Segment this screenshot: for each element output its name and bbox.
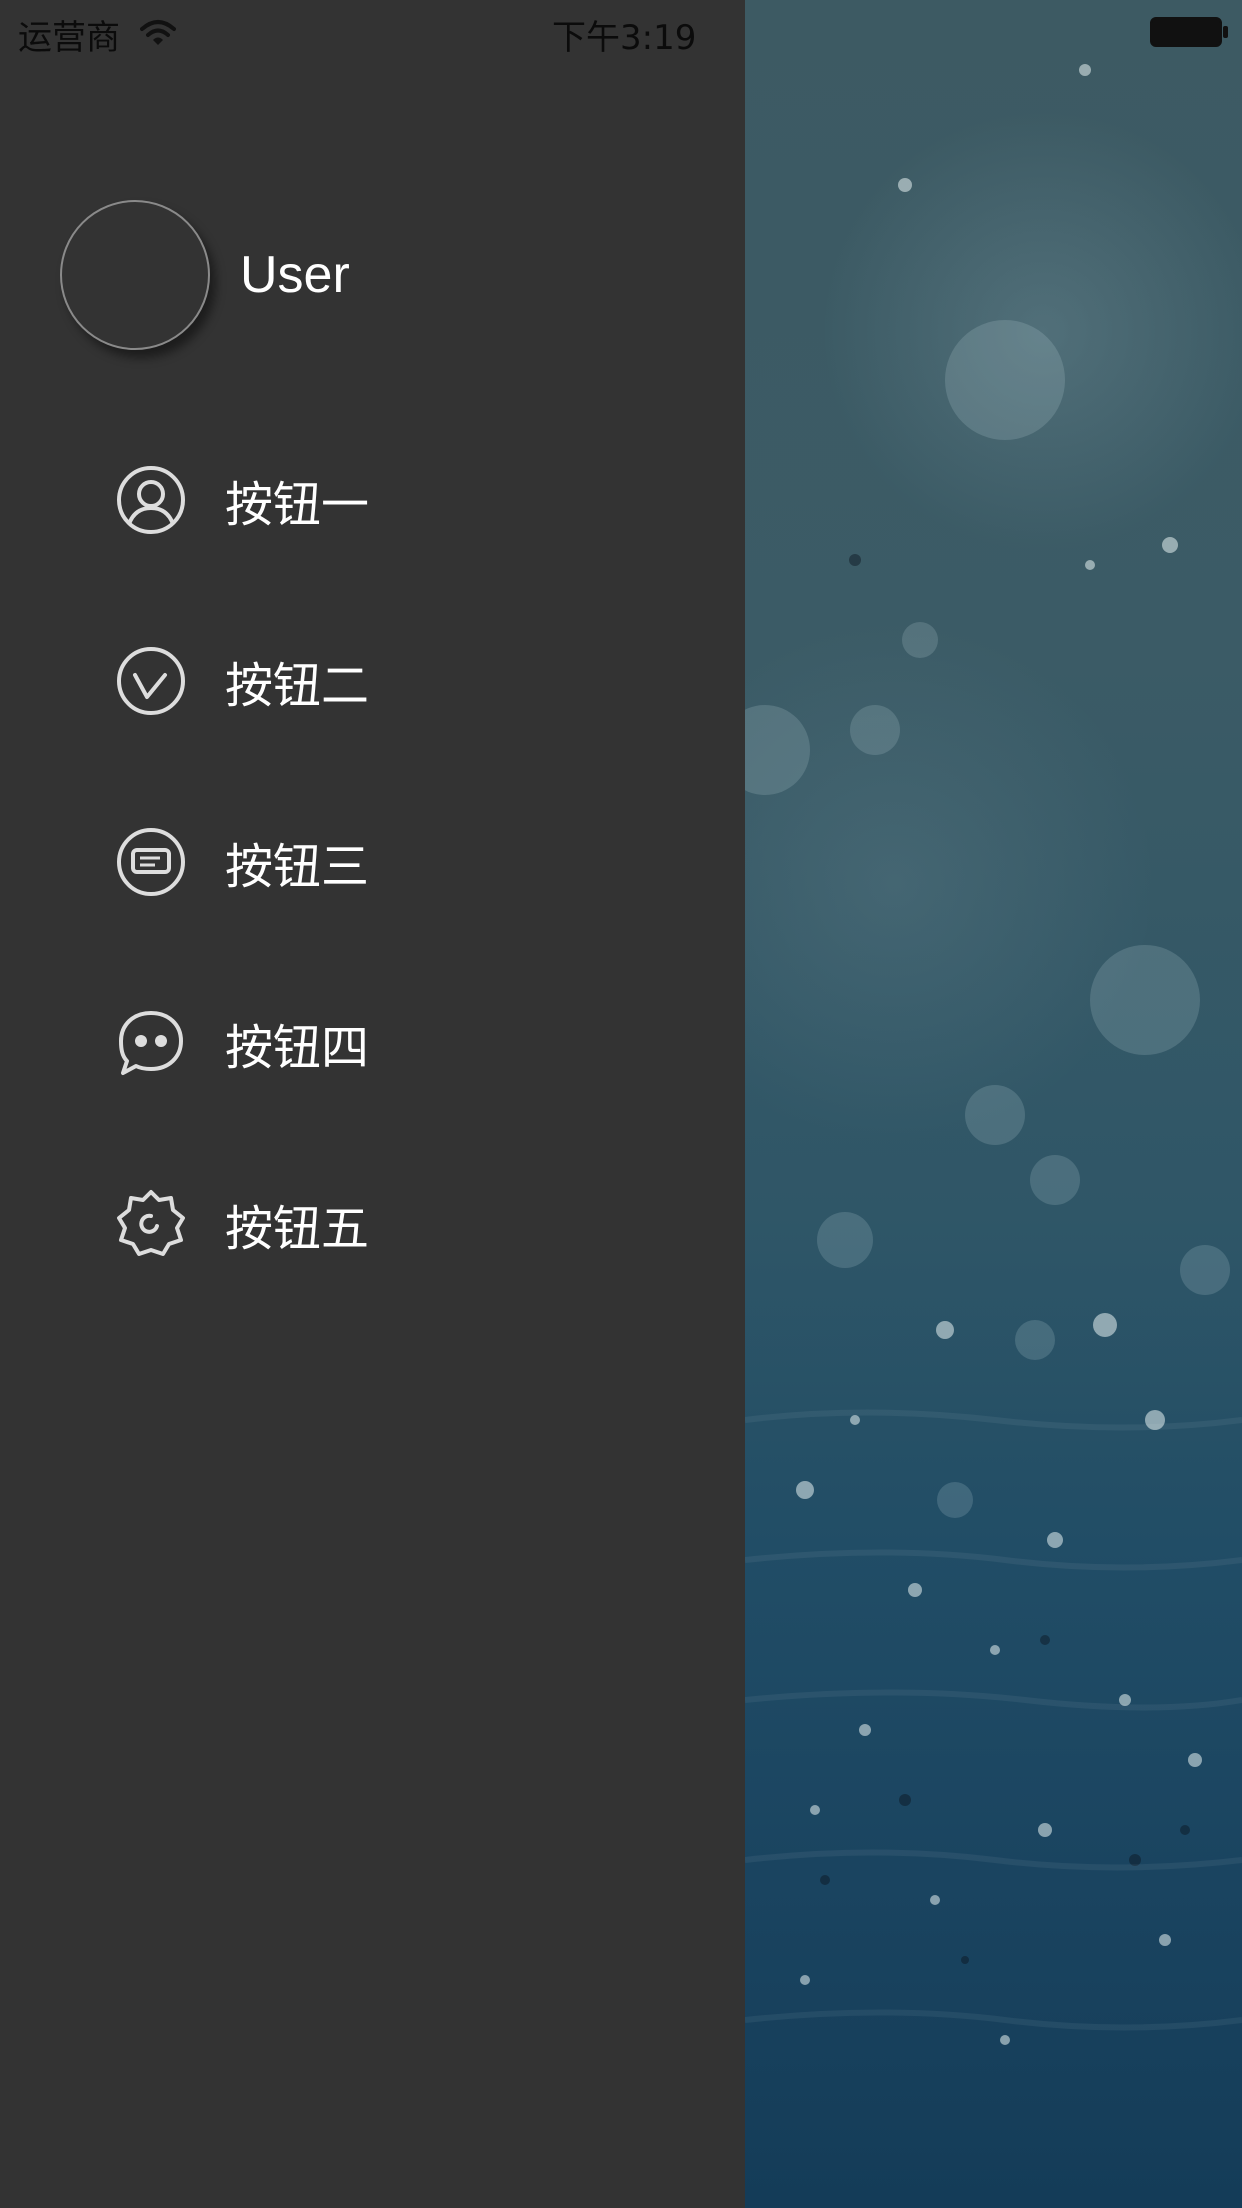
status-bar: 运营商 下午3:19 bbox=[0, 0, 1242, 60]
menu-item-2[interactable]: 按钮二 bbox=[115, 631, 675, 731]
battery-icon bbox=[1150, 16, 1230, 56]
wifi-icon bbox=[140, 16, 176, 56]
menu-item-label: 按钮二 bbox=[225, 658, 370, 714]
side-drawer: User 按钮一 按钮二 按钮三 按钮四 按钮五 bbox=[0, 0, 745, 2208]
user-name[interactable]: User bbox=[240, 245, 350, 305]
menu-item-1[interactable]: 按钮一 bbox=[115, 450, 675, 550]
background-photo bbox=[745, 0, 1242, 2208]
clock: 下午3:19 bbox=[552, 18, 697, 58]
message-icon bbox=[115, 826, 187, 898]
menu-item-label: 按钮一 bbox=[225, 477, 370, 533]
avatar[interactable] bbox=[60, 200, 210, 350]
settings-gear-icon bbox=[115, 1188, 187, 1260]
check-circle-icon bbox=[115, 645, 187, 717]
menu-item-3[interactable]: 按钮三 bbox=[115, 812, 675, 912]
menu-item-4[interactable]: 按钮四 bbox=[115, 993, 675, 1093]
menu-item-label: 按钮五 bbox=[225, 1201, 370, 1257]
carrier-label: 运营商 bbox=[18, 18, 120, 58]
menu-item-label: 按钮三 bbox=[225, 839, 370, 895]
user-icon bbox=[115, 464, 187, 536]
menu-item-5[interactable]: 按钮五 bbox=[115, 1174, 675, 1274]
raindrop-bokeh bbox=[745, 64, 1242, 2045]
menu-item-label: 按钮四 bbox=[225, 1020, 370, 1076]
chat-bubble-icon bbox=[115, 1007, 187, 1079]
